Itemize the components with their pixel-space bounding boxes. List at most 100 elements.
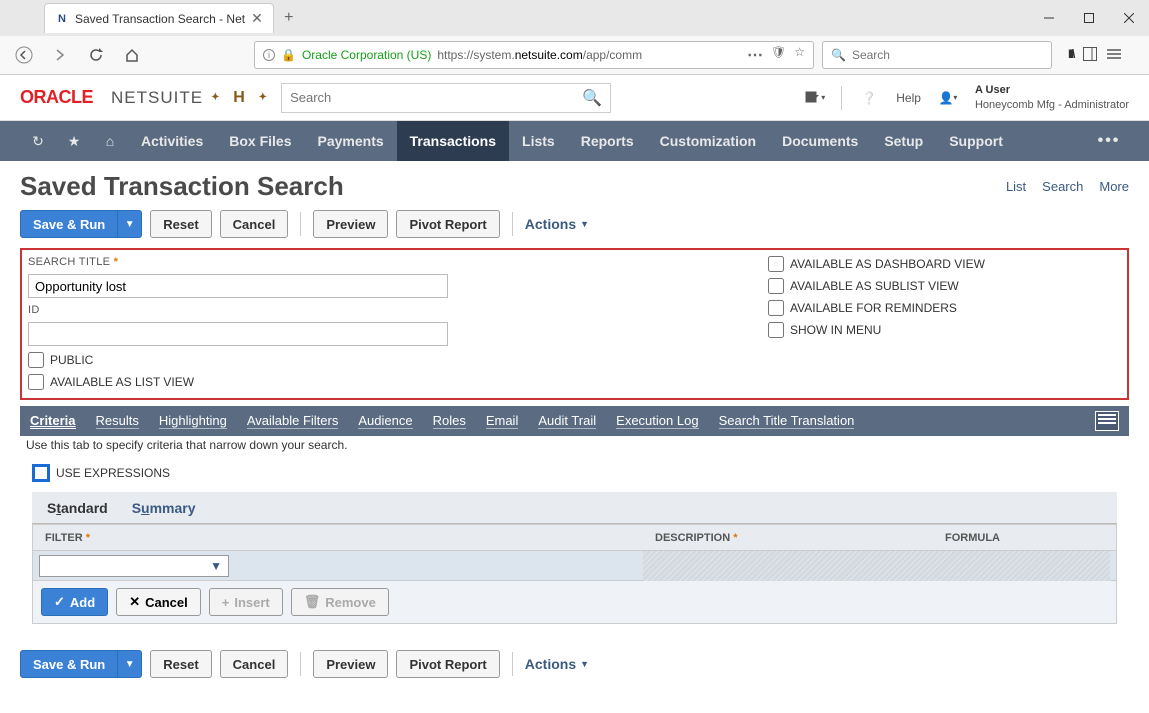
page-title: Saved Transaction Search xyxy=(20,171,344,202)
user-avatar-icon[interactable]: 👤▾ xyxy=(937,87,959,109)
help-label[interactable]: Help xyxy=(896,91,921,105)
close-tab-icon[interactable]: ✕ xyxy=(251,10,263,27)
subtab-criteria[interactable]: Criteria xyxy=(30,413,76,429)
preview-button[interactable]: Preview xyxy=(313,210,388,238)
insert-criteria-button[interactable]: +Insert xyxy=(209,588,283,616)
reminders-checkbox[interactable] xyxy=(768,300,784,316)
col-filter: FILTER * xyxy=(33,532,643,544)
subtab-title-translation[interactable]: Search Title Translation xyxy=(719,413,855,429)
inner-tab-summary[interactable]: Summary xyxy=(132,500,196,516)
reset-button[interactable]: Reset xyxy=(150,210,211,238)
subnav-search[interactable]: Search xyxy=(1042,179,1083,194)
actions-menu[interactable]: Actions▼ xyxy=(525,216,589,232)
sublist-view-checkbox[interactable] xyxy=(768,278,784,294)
filter-dropdown[interactable]: ▼ xyxy=(39,555,229,577)
info-icon[interactable]: i xyxy=(263,49,275,61)
close-window-button[interactable] xyxy=(1109,0,1149,36)
save-run-button[interactable]: Save & Run xyxy=(20,210,118,238)
home-icon[interactable]: ⌂ xyxy=(92,121,128,161)
save-run-button-bottom[interactable]: Save & Run xyxy=(20,650,118,678)
actions-menu-bottom[interactable]: Actions▼ xyxy=(525,656,589,672)
inner-tabs: Standard Summary xyxy=(32,492,1117,524)
global-search-input[interactable] xyxy=(290,90,582,105)
home-button[interactable] xyxy=(118,41,146,69)
subtab-results[interactable]: Results xyxy=(96,413,139,429)
remove-criteria-button[interactable]: 🗑Remove xyxy=(291,588,389,616)
subtab-highlighting[interactable]: Highlighting xyxy=(159,413,227,429)
subtab-email[interactable]: Email xyxy=(486,413,519,429)
reset-button-bottom[interactable]: Reset xyxy=(150,650,211,678)
show-menu-checkbox-row[interactable]: SHOW IN MENU xyxy=(768,322,1121,338)
sidebar-icon[interactable] xyxy=(1083,47,1097,64)
browser-tab[interactable]: N Saved Transaction Search - Net ✕ xyxy=(44,3,274,33)
show-menu-checkbox[interactable] xyxy=(768,322,784,338)
maximize-button[interactable] xyxy=(1069,0,1109,36)
list-view-checkbox[interactable] xyxy=(28,374,44,390)
add-criteria-button[interactable]: ✓Add xyxy=(41,588,108,616)
nav-box-files[interactable]: Box Files xyxy=(216,121,304,161)
forward-button[interactable] xyxy=(46,41,74,69)
browser-search-input[interactable] xyxy=(852,48,1043,62)
library-icon[interactable]: III\ xyxy=(1068,47,1073,64)
nav-support[interactable]: Support xyxy=(936,121,1016,161)
subtab-roles[interactable]: Roles xyxy=(433,413,466,429)
search-title-input[interactable] xyxy=(28,274,448,298)
reload-button[interactable] xyxy=(82,41,110,69)
favorite-icon[interactable]: ★ xyxy=(56,121,92,161)
dashboard-view-checkbox[interactable] xyxy=(768,256,784,272)
star-icon[interactable]: ☆ xyxy=(794,45,805,65)
global-search[interactable]: 🔍 xyxy=(281,83,611,113)
nav-payments[interactable]: Payments xyxy=(305,121,397,161)
save-run-dropdown-bottom[interactable]: ▼ xyxy=(118,650,142,678)
inner-tab-standard[interactable]: Standard xyxy=(47,500,108,516)
subtab-audit-trail[interactable]: Audit Trail xyxy=(538,413,596,429)
lock-icon: 🔒 xyxy=(281,48,296,62)
subtab-available-filters[interactable]: Available Filters xyxy=(247,413,339,429)
id-input[interactable] xyxy=(28,322,448,346)
user-block[interactable]: A User Honeycomb Mfg - Administrator xyxy=(975,83,1129,112)
cancel-criteria-button[interactable]: ✕Cancel xyxy=(116,588,201,616)
reminders-checkbox-row[interactable]: AVAILABLE FOR REMINDERS xyxy=(768,300,1121,316)
save-run-dropdown[interactable]: ▼ xyxy=(118,210,142,238)
preview-button-bottom[interactable]: Preview xyxy=(313,650,388,678)
search-icon[interactable]: 🔍 xyxy=(582,88,602,108)
subnav-more[interactable]: More xyxy=(1099,179,1129,194)
browser-search-box[interactable]: 🔍 xyxy=(822,41,1052,69)
layout-toggle-icon[interactable] xyxy=(1095,411,1119,431)
back-button[interactable] xyxy=(10,41,38,69)
browser-chrome: N Saved Transaction Search - Net ✕ + i 🔒… xyxy=(0,0,1149,75)
sublist-view-checkbox-row[interactable]: AVAILABLE AS SUBLIST VIEW xyxy=(768,278,1121,294)
dashboard-view-checkbox-row[interactable]: AVAILABLE AS DASHBOARD VIEW xyxy=(768,256,1121,272)
menu-icon[interactable] xyxy=(1107,47,1121,64)
nav-customization[interactable]: Customization xyxy=(647,121,769,161)
list-view-checkbox-row[interactable]: AVAILABLE AS LIST VIEW xyxy=(28,374,468,390)
nav-overflow-icon[interactable]: ••• xyxy=(1089,132,1129,150)
chevron-down-icon: ▼ xyxy=(580,219,589,229)
subnav-list[interactable]: List xyxy=(1006,179,1026,194)
ellipsis-icon[interactable]: ⋯ xyxy=(747,45,763,65)
use-expressions-checkbox[interactable] xyxy=(32,464,50,482)
new-tab-button[interactable]: + xyxy=(274,3,304,33)
cancel-button[interactable]: Cancel xyxy=(220,210,289,238)
criteria-row[interactable]: ▼ xyxy=(33,551,1116,581)
nav-setup[interactable]: Setup xyxy=(871,121,936,161)
nav-activities[interactable]: Activities xyxy=(128,121,216,161)
nav-reports[interactable]: Reports xyxy=(568,121,647,161)
minimize-button[interactable] xyxy=(1029,0,1069,36)
pivot-button[interactable]: Pivot Report xyxy=(396,210,499,238)
history-icon[interactable]: ↻ xyxy=(20,121,56,161)
feedback-icon[interactable]: ▾ xyxy=(803,87,825,109)
help-icon[interactable]: ❔ xyxy=(858,87,880,109)
nav-transactions[interactable]: Transactions xyxy=(397,121,509,161)
subtab-execution-log[interactable]: Execution Log xyxy=(616,413,698,429)
cancel-button-bottom[interactable]: Cancel xyxy=(220,650,289,678)
pivot-button-bottom[interactable]: Pivot Report xyxy=(396,650,499,678)
url-bar[interactable]: i 🔒 Oracle Corporation (US) https://syst… xyxy=(254,41,814,69)
nav-lists[interactable]: Lists xyxy=(509,121,568,161)
subtab-audience[interactable]: Audience xyxy=(358,413,412,429)
nav-documents[interactable]: Documents xyxy=(769,121,871,161)
public-checkbox[interactable] xyxy=(28,352,44,368)
chevron-down-icon: ▼ xyxy=(210,559,222,573)
public-checkbox-row[interactable]: PUBLIC xyxy=(28,352,468,368)
shield-icon[interactable]: 🛡 xyxy=(771,45,786,65)
